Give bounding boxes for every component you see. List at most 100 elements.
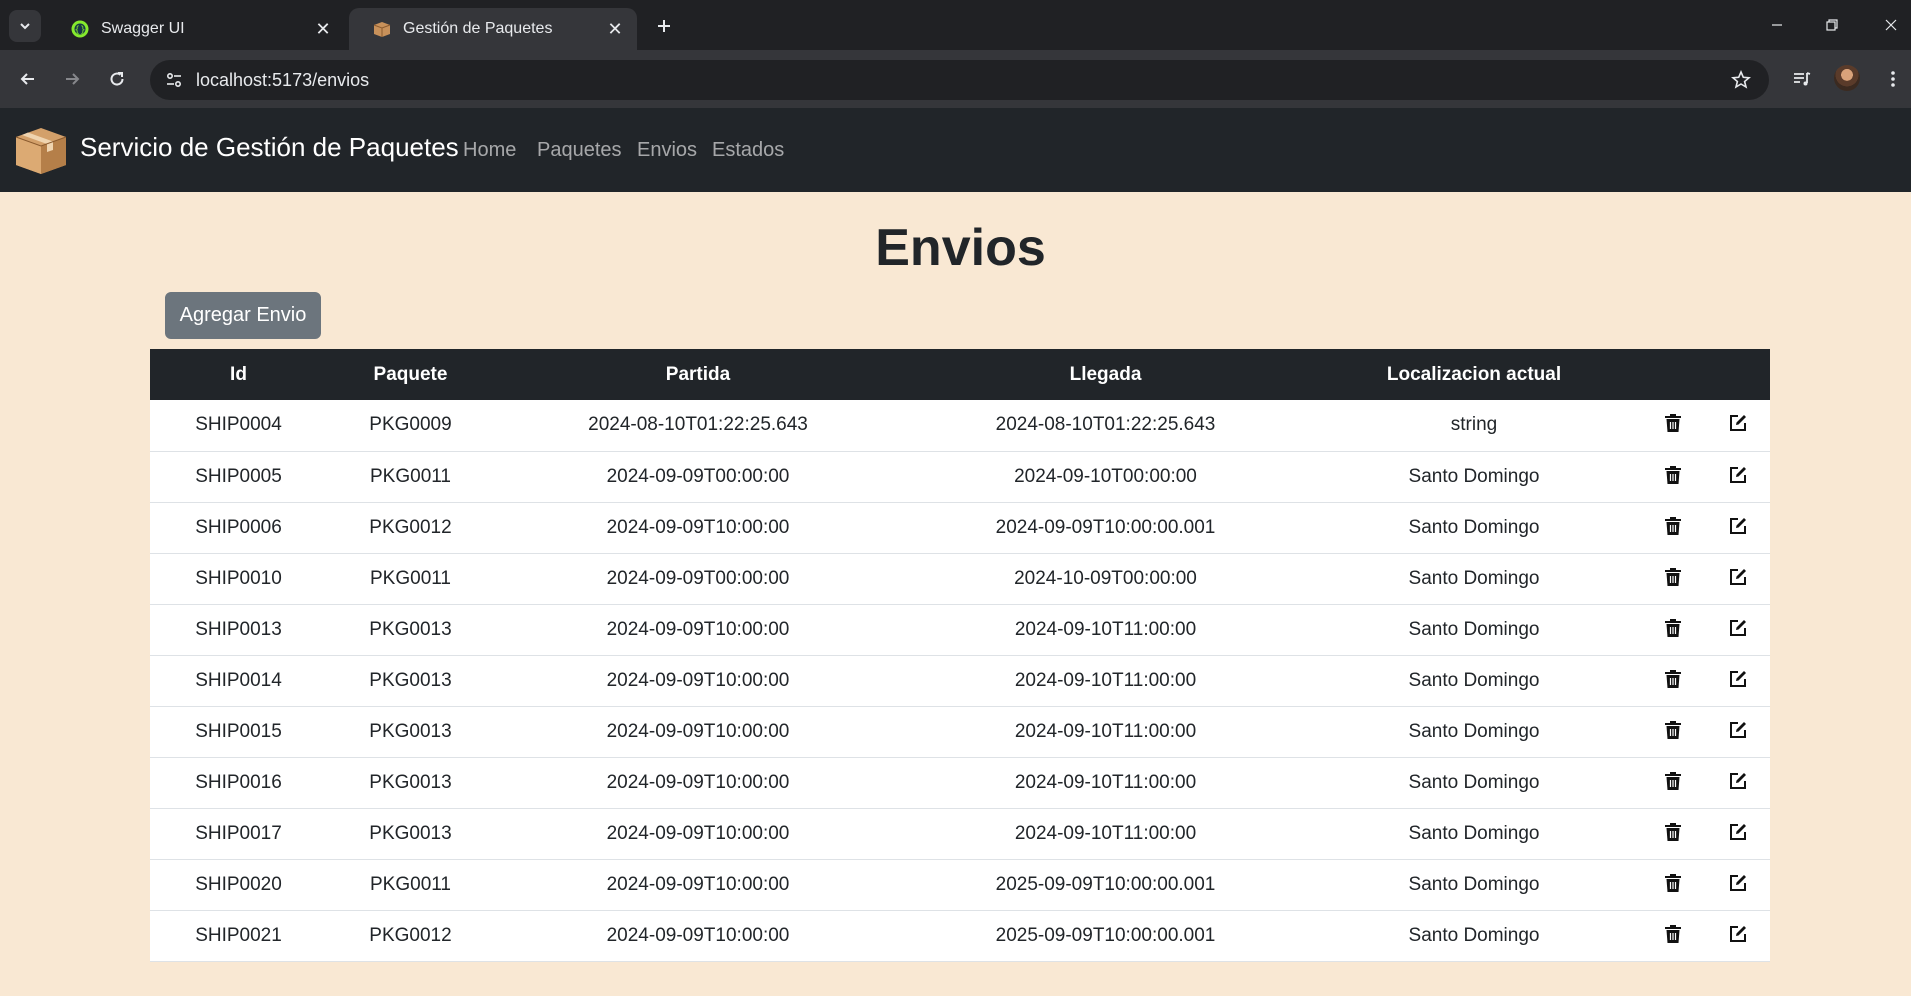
cell-partida: 2024-08-10T01:22:25.643 <box>494 400 902 452</box>
nav-link-paquetes[interactable]: Paquetes <box>537 139 622 162</box>
tab-search-button[interactable] <box>9 10 41 42</box>
address-bar[interactable]: localhost:5173/envios <box>150 60 1769 100</box>
chevron-down-icon <box>20 23 30 30</box>
cell-llegada: 2024-08-10T01:22:25.643 <box>902 400 1309 452</box>
tab-swagger-ui[interactable]: {} Swagger UI ✕ <box>47 8 345 50</box>
cell-llegada: 2024-09-09T10:00:00.001 <box>902 502 1309 554</box>
brand-title[interactable]: Servicio de Gestión de Paquetes <box>80 132 459 163</box>
trash-icon[interactable] <box>1661 514 1685 538</box>
edit-icon[interactable] <box>1726 463 1750 487</box>
cell-id: SHIP0005 <box>150 451 327 503</box>
trash-icon[interactable] <box>1661 616 1685 640</box>
browser-menu-button[interactable] <box>1878 64 1908 94</box>
cell-paquete: PKG0013 <box>327 655 494 707</box>
edit-cell <box>1706 400 1770 452</box>
cell-id: SHIP0021 <box>150 910 327 962</box>
restore-icon <box>1826 19 1838 31</box>
trash-icon[interactable] <box>1661 667 1685 691</box>
site-info-icon[interactable] <box>160 66 188 94</box>
header-llegada: Llegada <box>902 349 1309 400</box>
profile-avatar[interactable] <box>1834 65 1860 91</box>
edit-icon[interactable] <box>1726 616 1750 640</box>
edit-icon[interactable] <box>1726 565 1750 589</box>
trash-icon[interactable] <box>1661 718 1685 742</box>
page-title: Envios <box>875 219 1046 277</box>
edit-icon[interactable] <box>1726 922 1750 946</box>
table-row: SHIP0015 PKG0013 2024-09-09T10:00:00 2024-0… <box>150 706 1770 758</box>
cell-localizacion: Santo Domingo <box>1309 706 1639 758</box>
edit-cell <box>1706 859 1770 911</box>
cell-partida: 2024-09-09T00:00:00 <box>494 553 902 605</box>
edit-cell <box>1706 604 1770 656</box>
close-icon[interactable]: ✕ <box>313 19 333 39</box>
edit-icon[interactable] <box>1726 769 1750 793</box>
table-row: SHIP0005 PKG0011 2024-09-09T00:00:00 2024-0… <box>150 451 1770 503</box>
delete-cell <box>1639 400 1706 452</box>
svg-text:{}: {} <box>74 26 85 36</box>
package-box-logo[interactable] <box>14 123 68 177</box>
url-text: localhost:5173/envios <box>196 69 370 90</box>
trash-icon[interactable] <box>1661 565 1685 589</box>
new-tab-button[interactable] <box>650 12 678 40</box>
cell-id: SHIP0010 <box>150 553 327 605</box>
trash-icon[interactable] <box>1661 769 1685 793</box>
restore-button[interactable] <box>1818 12 1846 38</box>
edit-icon[interactable] <box>1726 667 1750 691</box>
forward-button[interactable] <box>57 64 87 94</box>
cell-localizacion: Santo Domingo <box>1309 502 1639 554</box>
cell-llegada: 2024-09-10T11:00:00 <box>902 706 1309 758</box>
table-row: SHIP0016 PKG0013 2024-09-09T10:00:00 2024-0… <box>150 757 1770 809</box>
cell-localizacion: string <box>1309 400 1639 452</box>
nav-link-home[interactable]: Home <box>463 139 516 162</box>
edit-icon[interactable] <box>1726 820 1750 844</box>
cell-localizacion: Santo Domingo <box>1309 553 1639 605</box>
trash-icon[interactable] <box>1661 871 1685 895</box>
reload-button[interactable] <box>102 64 132 94</box>
edit-icon[interactable] <box>1726 871 1750 895</box>
trash-icon[interactable] <box>1661 411 1685 435</box>
window-close-button[interactable] <box>1877 12 1905 38</box>
table-header-row: Id Paquete Partida Llegada Localizacion … <box>150 349 1770 400</box>
trash-icon[interactable] <box>1661 463 1685 487</box>
tab-title: Swagger UI <box>101 20 185 37</box>
cell-id: SHIP0013 <box>150 604 327 656</box>
cell-partida: 2024-09-09T10:00:00 <box>494 655 902 707</box>
edit-cell <box>1706 451 1770 503</box>
cell-partida: 2024-09-09T10:00:00 <box>494 910 902 962</box>
queue-music-icon <box>1794 72 1811 86</box>
cell-localizacion: Santo Domingo <box>1309 910 1639 962</box>
plus-icon <box>658 20 670 32</box>
cell-paquete: PKG0013 <box>327 808 494 860</box>
minimize-button[interactable] <box>1763 12 1791 38</box>
delete-cell <box>1639 655 1706 707</box>
media-controls-button[interactable] <box>1787 64 1817 94</box>
trash-icon[interactable] <box>1661 922 1685 946</box>
cell-localizacion: Santo Domingo <box>1309 655 1639 707</box>
cell-llegada: 2024-09-10T11:00:00 <box>902 808 1309 860</box>
trash-icon[interactable] <box>1661 820 1685 844</box>
cell-paquete: PKG0012 <box>327 502 494 554</box>
delete-cell <box>1639 553 1706 605</box>
close-icon[interactable]: ✕ <box>605 19 625 39</box>
reload-icon <box>110 72 124 86</box>
bookmark-star-icon[interactable] <box>1729 68 1753 92</box>
edit-icon[interactable] <box>1726 514 1750 538</box>
cell-id: SHIP0020 <box>150 859 327 911</box>
edit-icon[interactable] <box>1726 718 1750 742</box>
edit-cell <box>1706 502 1770 554</box>
tab-gestion-paquetes[interactable]: Gestión de Paquetes ✕ <box>349 8 637 50</box>
back-button[interactable] <box>13 64 43 94</box>
header-id: Id <box>150 349 327 400</box>
add-envio-button[interactable]: Agregar Envio <box>165 292 321 339</box>
edit-icon[interactable] <box>1726 411 1750 435</box>
cell-llegada: 2024-10-09T00:00:00 <box>902 553 1309 605</box>
delete-cell <box>1639 910 1706 962</box>
cell-llegada: 2025-09-09T10:00:00.001 <box>902 859 1309 911</box>
header-delete <box>1639 349 1706 400</box>
table-row: SHIP0021 PKG0012 2024-09-09T10:00:00 2025-0… <box>150 910 1770 962</box>
cell-paquete: PKG0013 <box>327 706 494 758</box>
cell-paquete: PKG0011 <box>327 859 494 911</box>
nav-link-envios[interactable]: Envios <box>637 139 697 162</box>
delete-cell <box>1639 757 1706 809</box>
nav-link-estados[interactable]: Estados <box>712 139 784 162</box>
